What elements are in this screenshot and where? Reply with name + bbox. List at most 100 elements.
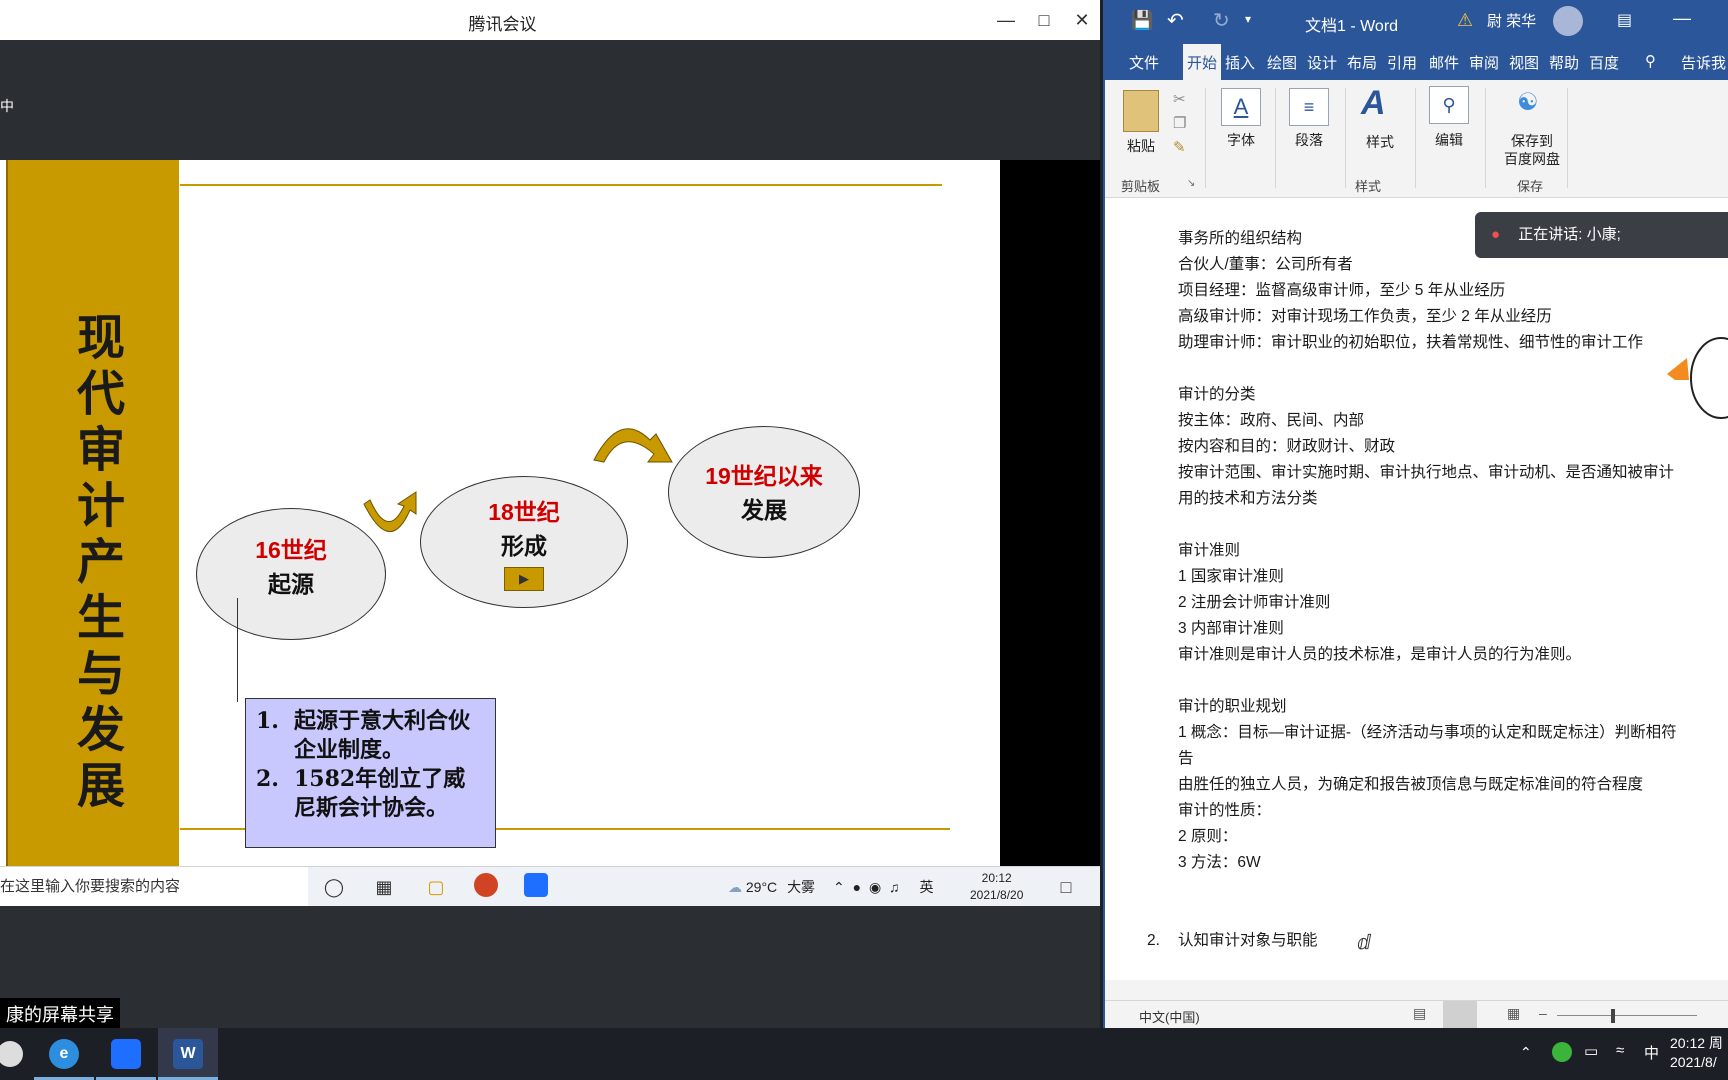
doc-line[interactable]: 审计的职业规划 — [1178, 694, 1728, 720]
tab-view[interactable]: 视图 — [1509, 52, 1539, 73]
powerpoint-icon[interactable] — [472, 873, 500, 901]
doc-line[interactable]: 1 概念：目标—审计证据-（经济活动与事项的认定和既定标注）判断相符 — [1178, 720, 1728, 746]
doc-line[interactable]: 审计的分类 — [1178, 382, 1728, 408]
maximize-icon[interactable]: □ — [1030, 6, 1058, 34]
doc-line[interactable]: 按审计范围、审计实施时期、审计执行地点、审计动机、是否通知被审计 — [1178, 460, 1728, 486]
tab-home[interactable]: 开始 — [1183, 44, 1222, 80]
ribbon-display-icon[interactable]: ▤ — [1617, 10, 1632, 30]
cut-icon[interactable]: ✂ — [1173, 90, 1186, 108]
tab-insert[interactable]: 插入 — [1225, 52, 1255, 73]
styles-button[interactable]: 样式 — [1355, 132, 1405, 152]
save-to-baidu-button[interactable]: 保存到 百度网盘 — [1493, 132, 1571, 168]
tencent-meeting-icon[interactable] — [522, 873, 550, 901]
warning-icon[interactable]: ⚠ — [1457, 10, 1473, 31]
tray-chevron-icon[interactable]: ⌃ — [1520, 1044, 1532, 1061]
tab-help[interactable]: 帮助 — [1549, 52, 1579, 73]
doc-line[interactable]: 高级审计师：对审计现场工作负责，至少 2 年从业经历 — [1178, 304, 1728, 330]
user-name[interactable]: 尉 荣华 — [1487, 10, 1536, 31]
shield-icon[interactable]: ◉ — [869, 879, 881, 895]
redo-icon[interactable]: ↻ — [1213, 8, 1230, 33]
doc-line[interactable]: 3 内部审计准则 — [1178, 616, 1728, 642]
print-layout-icon[interactable] — [1443, 1001, 1477, 1029]
doc-line[interactable]: 助理审计师：审计职业的初始职位，扶着常规性、细节性的审计工作 — [1178, 330, 1728, 356]
baidu-cloud-icon[interactable]: ☯ — [1517, 88, 1539, 117]
tab-layout[interactable]: 布局 — [1347, 52, 1377, 73]
doc-line[interactable]: 按内容和目的：财政财计、财政 — [1178, 434, 1728, 460]
doc-line[interactable]: 1 国家审计准则 — [1178, 564, 1728, 590]
microphone-icon[interactable]: ● — [853, 879, 861, 895]
paste-button[interactable]: 粘贴 — [1119, 136, 1163, 156]
tab-baidu[interactable]: 百度 — [1589, 52, 1619, 73]
edge-icon[interactable]: e — [34, 1028, 94, 1080]
paragraph-icon[interactable]: ≡ — [1289, 88, 1329, 126]
task-view-icon[interactable]: ▦ — [370, 873, 398, 901]
blank-line[interactable] — [1178, 512, 1728, 538]
lightbulb-icon[interactable]: ⚲ — [1645, 52, 1656, 70]
cortana-icon[interactable]: ◯ — [320, 873, 348, 901]
undo-icon[interactable]: ↶ — [1167, 8, 1184, 33]
play-icon[interactable]: ▶ — [504, 567, 544, 591]
styles-icon[interactable]: A — [1361, 84, 1386, 123]
tab-references[interactable]: 引用 — [1387, 52, 1417, 73]
tab-design[interactable]: 设计 — [1307, 52, 1337, 73]
paragraph-button[interactable]: 段落 — [1283, 130, 1335, 150]
font-button[interactable]: 字体 — [1215, 130, 1267, 150]
minimize-icon[interactable]: — — [992, 6, 1020, 34]
doc-line[interactable]: 项目经理：监督高级审计师，至少 5 年从业经历 — [1178, 278, 1728, 304]
blank-line[interactable] — [1178, 668, 1728, 694]
tray-chevron-icon[interactable]: ⌃ — [833, 879, 845, 895]
doc-line[interactable]: 按主体：政府、民间、内部 — [1178, 408, 1728, 434]
ime-indicator[interactable]: 中 — [1644, 1042, 1659, 1063]
taskbar-clock[interactable]: 20:12 周 2021/8/ — [1670, 1034, 1723, 1072]
doc-line[interactable]: 由胜任的独立人员，为确定和报告被顶信息与既定标准间的符合程度 — [1178, 772, 1728, 798]
zoom-slider[interactable] — [1557, 1015, 1697, 1016]
curved-arrow-2 — [593, 428, 673, 463]
paste-icon[interactable] — [1123, 90, 1159, 132]
meeting-titlebar: 腾讯会议 — □ ✕ — [0, 0, 1100, 40]
doc-line[interactable]: 告 — [1178, 746, 1728, 772]
qat-customize-icon[interactable]: ▾ — [1245, 12, 1251, 26]
doc-line[interactable]: 2 原则： — [1178, 824, 1728, 850]
web-layout-icon[interactable]: ▦ — [1507, 1005, 1520, 1022]
volume-icon[interactable]: ♫ — [889, 879, 900, 895]
tell-me-search[interactable]: 告诉我 — [1681, 52, 1726, 73]
tencent-meeting-taskbar-icon[interactable] — [96, 1028, 156, 1080]
close-icon[interactable]: ✕ — [1068, 6, 1096, 34]
font-icon[interactable]: A — [1221, 88, 1261, 126]
doc-line[interactable]: 审计准则 — [1178, 538, 1728, 564]
battery-icon[interactable]: ▭ — [1584, 1042, 1598, 1060]
list-item[interactable]: 认知审计对象与职能 — [1178, 928, 1318, 954]
notification-icon[interactable]: □ — [1052, 873, 1080, 901]
format-painter-icon[interactable]: ✎ — [1173, 138, 1186, 156]
minimize-icon[interactable]: — — [1673, 8, 1691, 29]
wifi-icon[interactable]: ≈ — [1616, 1042, 1624, 1059]
tab-file[interactable]: 文件 — [1129, 52, 1159, 73]
tab-review[interactable]: 审阅 — [1469, 52, 1499, 73]
document-page[interactable]: 事务所的组织结构 合伙人/董事：公司所有者 项目经理：监督高级审计师，至少 5 年从… — [1105, 198, 1728, 980]
search-icon[interactable]: ⚲ — [1429, 86, 1469, 124]
language-status[interactable]: 中文(中国) — [1139, 1007, 1200, 1026]
doc-line[interactable]: 审计的性质： — [1178, 798, 1728, 824]
tab-draw[interactable]: 绘图 — [1267, 52, 1297, 73]
copy-icon[interactable]: ❐ — [1173, 114, 1186, 132]
file-explorer-icon[interactable]: ▢ — [422, 873, 450, 901]
shared-search-input[interactable]: 在这里输入你要搜索的内容 — [0, 867, 308, 907]
zoom-out-icon[interactable]: – — [1539, 1005, 1547, 1021]
read-mode-icon[interactable]: ▤ — [1413, 1005, 1426, 1022]
doc-line[interactable]: 2 注册会计师审计准则 — [1178, 590, 1728, 616]
document-body[interactable]: 事务所的组织结构 合伙人/董事：公司所有者 项目经理：监督高级审计师，至少 5 年从… — [1178, 226, 1728, 876]
wechat-tray-icon[interactable] — [1552, 1042, 1572, 1062]
avatar[interactable] — [1553, 6, 1583, 36]
editing-button[interactable]: 编辑 — [1423, 130, 1475, 150]
ime-indicator[interactable]: 英 — [919, 879, 933, 895]
shared-clock[interactable]: 20:12 2021/8/20 — [970, 870, 1023, 904]
blank-line[interactable] — [1178, 356, 1728, 382]
tab-mailings[interactable]: 邮件 — [1429, 52, 1459, 73]
save-icon[interactable]: 💾 — [1131, 10, 1153, 31]
doc-line[interactable]: 3 方法：6W — [1178, 850, 1728, 876]
zoom-slider-thumb[interactable] — [1611, 1009, 1615, 1023]
dialog-launcher-icon[interactable]: ↘ — [1187, 178, 1195, 189]
doc-line[interactable]: 用的技术和方法分类 — [1178, 486, 1728, 512]
doc-line[interactable]: 审计准则是审计人员的技术标准，是审计人员的行为准则。 — [1178, 642, 1728, 668]
word-taskbar-icon[interactable]: W — [158, 1028, 218, 1080]
